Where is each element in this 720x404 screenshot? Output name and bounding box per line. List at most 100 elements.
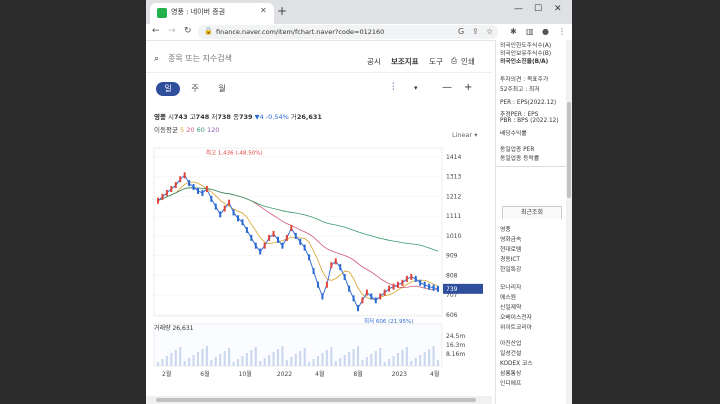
volume-bar (317, 356, 319, 366)
close-window-icon[interactable]: ✕ (554, 4, 562, 14)
maximize-icon[interactable]: ☐ (534, 4, 542, 14)
period-week-button[interactable]: 주 (183, 82, 207, 96)
search-icon[interactable]: ⌕ (154, 54, 159, 64)
high-value: 748 (195, 113, 210, 121)
price-chart[interactable]: 14141313121211111010909808707606최고 1,436… (146, 140, 492, 380)
volume-bar (352, 349, 355, 366)
period-month-button[interactable]: 월 (210, 82, 234, 96)
period-day-button[interactable]: 일 (156, 82, 180, 96)
volume-bar (308, 362, 311, 366)
recent-stock-link[interactable]: 오베이스전자 (500, 312, 532, 321)
new-tab-icon[interactable]: + (277, 4, 287, 18)
forward-icon[interactable]: → (168, 26, 176, 36)
price-candle (179, 176, 182, 183)
menu-indicator[interactable]: 보조지표 (391, 56, 419, 67)
price-candle (428, 283, 431, 290)
volume-bar (232, 362, 235, 366)
recent-stock-link[interactable]: 영풍 (500, 224, 511, 233)
info-line: 투자의견 : 목표주가 (500, 77, 549, 83)
price-candle (214, 203, 217, 210)
print-icon[interactable]: ⎙ (451, 56, 457, 66)
volume-bar (343, 355, 346, 366)
back-icon[interactable]: ← (152, 26, 160, 36)
price-tick-label: 808 (446, 272, 458, 279)
volume-bar (303, 348, 306, 366)
menu-notice[interactable]: 공시 (367, 56, 381, 67)
browser-toolbar: ← → ↻ 🔒 finance.naver.com/item/fchart.na… (146, 24, 572, 41)
recent-stock-link[interactable]: 일성건설 (500, 348, 521, 357)
menu-print[interactable]: 인쇄 (461, 56, 475, 67)
vertical-scroll-thumb[interactable] (567, 102, 571, 198)
recent-stock-link[interactable]: KODEX 코스 (500, 358, 533, 367)
lock-icon: 🔒 (204, 27, 213, 35)
horizontal-scroll-thumb[interactable] (156, 398, 476, 402)
volume-bar (410, 361, 413, 366)
stock-search-input[interactable] (166, 53, 310, 64)
price-candle (379, 293, 382, 300)
recent-stock-link[interactable]: 경동ICT (500, 254, 520, 263)
zoom-out-icon[interactable]: — (442, 82, 452, 93)
browser-window: 영풍 : 네이버 증권 ✕ + — ☐ ✕ ← → ↻ 🔒 finance.na… (146, 0, 572, 404)
close-value: 739 (238, 113, 253, 121)
volume-bar (374, 351, 377, 366)
price-candle (157, 197, 159, 204)
price-candle (165, 189, 168, 196)
price-candle (170, 186, 173, 193)
price-candle (405, 275, 408, 282)
price-candle (277, 236, 279, 243)
zoom-in-icon[interactable]: + (464, 82, 472, 93)
browser-tab[interactable]: 영풍 : 네이버 증권 ✕ (150, 3, 274, 24)
stock-search-bar: ⌕ 공시 보조지표 도구 ⎙ 인쇄 (146, 48, 492, 73)
volume-bar (365, 357, 368, 366)
volume-bar (419, 355, 422, 366)
google-icon[interactable]: G (458, 27, 464, 36)
price-candle (272, 230, 275, 237)
price-candle (361, 297, 364, 304)
scale-mode-dropdown[interactable]: Linear ▾ (452, 131, 478, 139)
price-candle (263, 242, 266, 249)
recent-stock-link[interactable]: 현대로템 (500, 244, 521, 253)
chart-type-dropdown-icon[interactable]: ▾ (414, 84, 418, 92)
low-value: 738 (217, 113, 231, 121)
share-icon[interactable]: ⇪ (472, 27, 479, 36)
recent-stock-link[interactable]: 영화금속 (500, 234, 521, 243)
volume-bar (272, 352, 275, 366)
volume-bar (339, 358, 342, 366)
extensions-icon[interactable]: ✱ (510, 27, 517, 36)
price-candle (312, 268, 315, 275)
minimize-icon[interactable]: — (514, 4, 523, 14)
recent-stock-link[interactable]: 위이트코리아 (500, 322, 532, 331)
recent-stock-link[interactable]: 모나리자 (500, 282, 521, 291)
volume-bar (414, 358, 417, 366)
recent-stock-link[interactable]: 인디에프 (500, 378, 521, 387)
address-bar[interactable]: 🔒 finance.naver.com/item/fchart.naver?co… (198, 25, 498, 39)
sidepanel-icon[interactable]: ▥ (526, 27, 534, 36)
bookmark-star-icon[interactable]: ☆ (486, 27, 493, 36)
price-candle (228, 199, 231, 206)
recent-stock-link[interactable]: 한일특강 (500, 264, 521, 273)
recent-stock-link[interactable]: 에스원 (500, 292, 516, 301)
reload-icon[interactable]: ↻ (184, 26, 192, 36)
menu-tools[interactable]: 도구 (429, 56, 443, 67)
info-line: 동일업종 등락률 (500, 156, 540, 162)
moving-average-legend[interactable]: 이동평균 5 20 60 120 (154, 124, 219, 134)
x-tick-label: 10월 (239, 370, 252, 378)
volume-bar (268, 355, 271, 366)
candle-chart-icon[interactable]: ⫶ (392, 82, 395, 93)
volume-bar (370, 354, 373, 366)
profile-avatar-icon[interactable]: ● (542, 27, 549, 36)
more-menu-icon[interactable]: ⋮ (558, 27, 566, 36)
price-candle (370, 293, 373, 300)
recent-stock-link[interactable]: 신일제약 (500, 302, 521, 311)
x-tick-label: 2022 (277, 371, 292, 378)
recent-stock-link[interactable]: 삼룡통상 (500, 368, 521, 377)
price-candle (245, 227, 248, 234)
volume-bar (357, 346, 359, 366)
tab-close-icon[interactable]: ✕ (260, 6, 267, 15)
recent-view-tab[interactable]: 최근조회 (502, 206, 562, 219)
volume-bar (397, 353, 399, 366)
vertical-scrollbar[interactable] (566, 40, 572, 404)
recent-stock-link[interactable]: 아진산업 (500, 338, 521, 347)
volume-bar (428, 349, 431, 366)
current-price-label: 739 (446, 286, 458, 293)
